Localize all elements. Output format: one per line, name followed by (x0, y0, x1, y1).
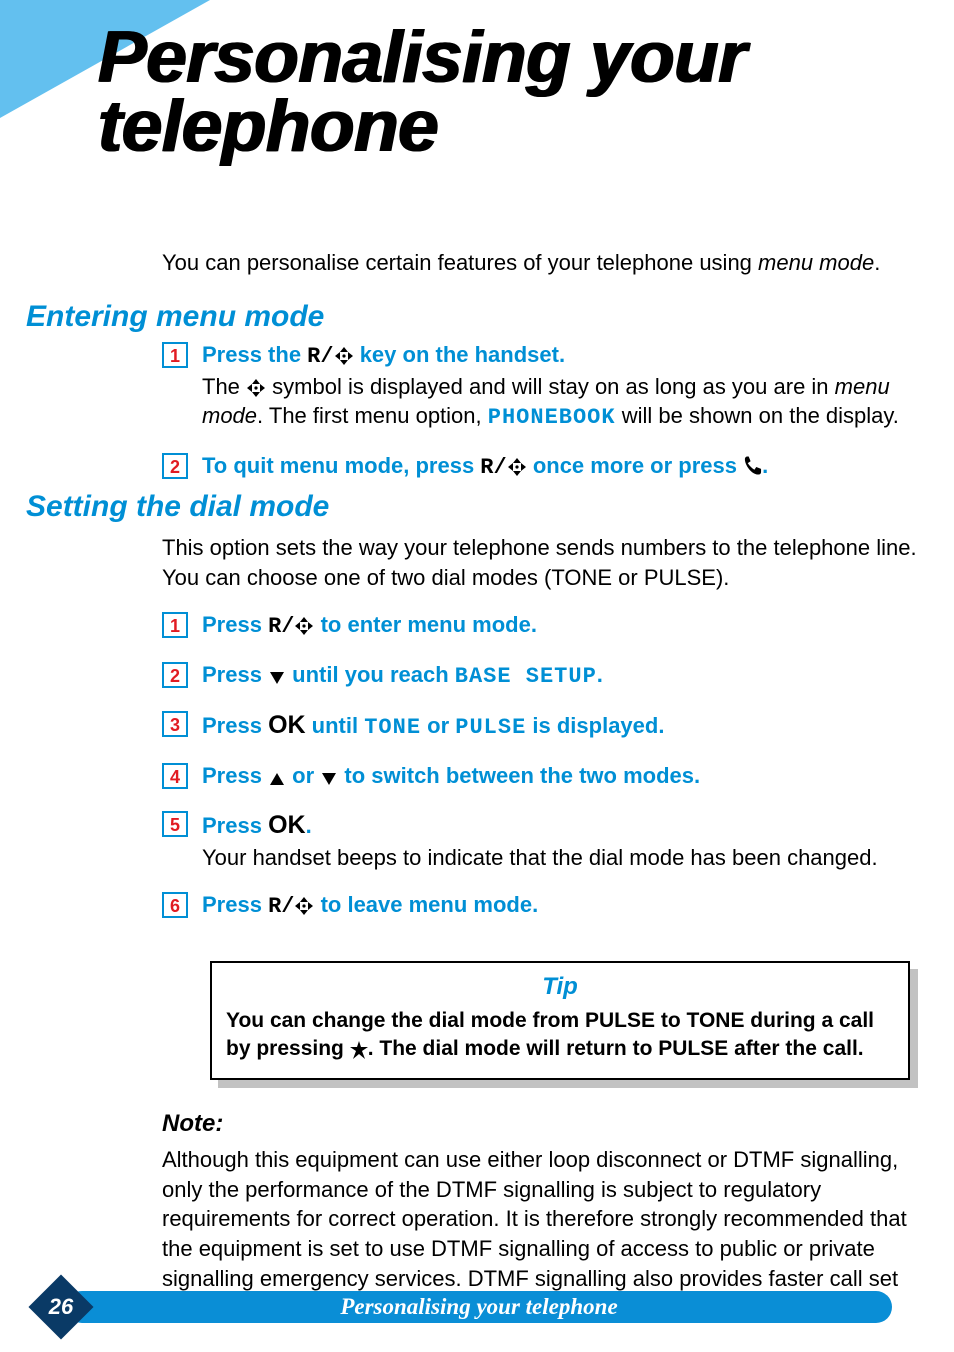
text: will be shown on the display. (616, 403, 899, 428)
step-number: 1 (162, 342, 188, 368)
step-body: Press until you reach BASE SETUP. (202, 660, 932, 692)
nav-icon (507, 457, 527, 477)
down-arrow-icon (320, 771, 338, 787)
text: The (202, 374, 246, 399)
step-number: 4 (162, 763, 188, 789)
text: . (762, 453, 768, 478)
step-body: Press OK. Your handset beeps to indicate… (202, 809, 932, 872)
section-heading-entering-menu-mode: Entering menu mode (26, 300, 324, 334)
step-number: 5 (162, 811, 188, 837)
text: . (306, 813, 312, 838)
text: symbol is displayed and will stay on as … (266, 374, 835, 399)
text: until (306, 713, 365, 738)
intro-post: . (874, 250, 880, 275)
text: to leave menu mode. (314, 892, 538, 917)
step-3: 3 Press OK until TONE or PULSE is displa… (162, 709, 932, 743)
step-number: 2 (162, 662, 188, 688)
text: Press (202, 662, 268, 687)
text: or (421, 713, 455, 738)
r-key-label: R/ (480, 455, 506, 480)
step-body: Press OK until TONE or PULSE is displaye… (202, 709, 932, 743)
nav-icon (334, 346, 354, 366)
page-title: Personalising your telephone (98, 23, 878, 162)
r-key-label: R/ (307, 344, 333, 369)
text: Press (202, 813, 268, 838)
text: . The first menu option, (257, 403, 488, 428)
step-body: Press the R/ key on the handset. The sym… (202, 340, 932, 433)
note-heading: Note: (162, 1110, 223, 1138)
step-2: 2 Press until you reach BASE SETUP. (162, 660, 932, 692)
tip-title: Tip (226, 973, 894, 1001)
phone-icon (743, 455, 762, 477)
nav-icon (294, 896, 314, 916)
text: Press (202, 612, 268, 637)
tip-box: Tip You can change the dial mode from PU… (210, 961, 910, 1080)
tip-body: You can change the dial mode from PULSE … (226, 1007, 894, 1064)
intro-em: menu mode (758, 250, 874, 275)
steps-setting-dial-mode: 1 Press R/ to enter menu mode. 2 Press u… (162, 610, 932, 940)
text: key on the handset. (354, 342, 566, 367)
star-key-icon (350, 1041, 368, 1059)
text: Press (202, 763, 268, 788)
menu-option-phonebook: PHONEBOOK (488, 405, 616, 430)
step-5: 5 Press OK. Your handset beeps to indica… (162, 809, 932, 872)
step-number: 6 (162, 892, 188, 918)
up-arrow-icon (268, 771, 286, 787)
menu-option-pulse: PULSE (455, 715, 526, 740)
section-heading-setting-dial-mode: Setting the dial mode (26, 490, 329, 524)
page-footer: Personalising your telephone 26 (30, 1288, 930, 1326)
down-arrow-icon (268, 670, 286, 686)
nav-icon (294, 616, 314, 636)
step-number: 2 (162, 453, 188, 479)
step-body: Press R/ to enter menu mode. (202, 610, 932, 642)
text: . (597, 662, 603, 687)
text: Press (202, 713, 268, 738)
text: to enter menu mode. (314, 612, 536, 637)
menu-option-base-setup: BASE SETUP (455, 664, 597, 689)
text: Press (202, 892, 268, 917)
step-2: 2 To quit menu mode, press R/ once more … (162, 451, 932, 483)
step-number: 3 (162, 711, 188, 737)
text: . The dial mode will return to PULSE aft… (368, 1037, 864, 1060)
nav-icon (246, 378, 266, 398)
step-body: Press or to switch between the two modes… (202, 761, 932, 791)
step-1: 1 Press the R/ key on the handset. The s… (162, 340, 932, 433)
text: is displayed. (526, 713, 664, 738)
text: To quit menu mode, press (202, 453, 480, 478)
menu-option-tone: TONE (364, 715, 421, 740)
step-4: 4 Press or to switch between the two mod… (162, 761, 932, 791)
step-number: 1 (162, 612, 188, 638)
text: Press the (202, 342, 307, 367)
r-key-label: R/ (268, 614, 294, 639)
intro-pre: You can personalise certain features of … (162, 250, 758, 275)
steps-entering-menu-mode: 1 Press the R/ key on the handset. The s… (162, 340, 932, 501)
page-number-badge: 26 (30, 1276, 92, 1338)
ok-key-label: OK (268, 711, 306, 739)
page-number: 26 (30, 1294, 92, 1320)
step-body: Press R/ to leave menu mode. (202, 890, 932, 922)
text: until you reach (286, 662, 455, 687)
step-6: 6 Press R/ to leave menu mode. (162, 890, 932, 922)
step-1: 1 Press R/ to enter menu mode. (162, 610, 932, 642)
text: once more or press (527, 453, 743, 478)
text: to switch between the two modes. (338, 763, 700, 788)
text: or (286, 763, 320, 788)
ok-key-label: OK (268, 811, 306, 839)
step-body: To quit menu mode, press R/ once more or… (202, 451, 932, 483)
text: Your handset beeps to indicate that the … (202, 845, 878, 870)
dial-mode-intro: This option sets the way your telephone … (162, 533, 932, 592)
intro-text: You can personalise certain features of … (162, 248, 902, 278)
footer-label: Personalising your telephone (66, 1291, 892, 1323)
r-key-label: R/ (268, 894, 294, 919)
